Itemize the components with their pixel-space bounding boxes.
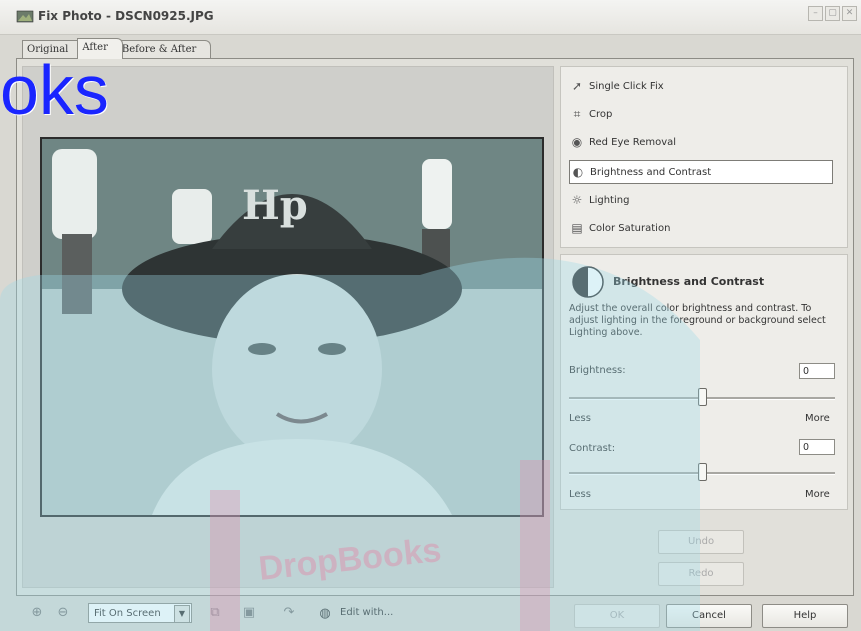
- tool-crop[interactable]: ⌗ Crop: [569, 103, 835, 125]
- brightness-slider-thumb[interactable]: [697, 388, 707, 406]
- crop-icon: ⌗: [573, 106, 581, 121]
- contrast-slider-thumb[interactable]: [697, 463, 707, 481]
- panel-description: Adjust the overall color brightness and …: [569, 303, 826, 338]
- window-title: Fix Photo - DSCN0925.JPG: [38, 9, 214, 23]
- redo-button[interactable]: Redo: [658, 562, 744, 586]
- zoom-in-icon[interactable]: ⊕: [28, 604, 46, 622]
- brightness-contrast-panel: Brightness and Contrast Adjust the overa…: [560, 254, 848, 510]
- tab-before-after[interactable]: Before & After: [116, 40, 212, 59]
- tool-color-saturation[interactable]: ▤ Color Saturation: [569, 217, 835, 239]
- brightness-value-field[interactable]: 0: [799, 363, 835, 379]
- eye-icon: ◉: [571, 135, 583, 149]
- tool-label: Single Click Fix: [589, 80, 664, 92]
- svg-text:Hp: Hp: [242, 182, 308, 229]
- tools-panel: ➚ Single Click Fix ⌗ Crop ◉ Red Eye Remo…: [560, 66, 848, 248]
- photo-image: Hp: [42, 139, 542, 515]
- redo-arrow-icon[interactable]: ↷: [280, 604, 298, 622]
- tool-label: Red Eye Removal: [589, 136, 677, 148]
- tool-label: Lighting: [589, 194, 630, 206]
- minimize-button[interactable]: –: [808, 6, 823, 21]
- zoom-out-icon[interactable]: ⊖: [54, 604, 72, 622]
- contrast-more-label: More: [805, 489, 830, 500]
- color-saturation-icon: ▤: [571, 221, 583, 235]
- cursor-icon: ➚: [571, 79, 583, 93]
- photo-preview: Hp: [40, 137, 544, 517]
- watermark-text: oks: [0, 51, 109, 129]
- zoom-select[interactable]: Fit On Screen ▼: [88, 603, 192, 623]
- bottom-toolbar: ⊕ ⊖ Fit On Screen ▼ ⧉ ▣ ↷ ◍ Edit with...: [22, 602, 582, 626]
- brightness-contrast-icon: [572, 266, 604, 298]
- tool-label: Crop: [589, 108, 613, 120]
- brightness-more-label: More: [805, 413, 830, 424]
- zoom-select-value: Fit On Screen: [94, 608, 161, 619]
- ok-button[interactable]: OK: [574, 604, 660, 628]
- cancel-button[interactable]: Cancel: [666, 604, 752, 628]
- tool-red-eye-removal[interactable]: ◉ Red Eye Removal: [569, 131, 835, 153]
- brightness-icon: ◐: [572, 165, 584, 179]
- edit-with-icon[interactable]: ◍: [316, 605, 334, 623]
- rotate-icon[interactable]: ▣: [240, 604, 258, 622]
- close-button[interactable]: ✕: [842, 6, 857, 21]
- tool-label: Color Saturation: [589, 222, 671, 234]
- sun-icon: ☼: [571, 193, 583, 207]
- chevron-down-icon[interactable]: ▼: [174, 605, 190, 623]
- tool-label: Brightness and Contrast: [590, 166, 712, 178]
- edit-with-button[interactable]: Edit with...: [340, 604, 393, 622]
- title-bar: Fix Photo - DSCN0925.JPG – ▢ ✕: [0, 0, 861, 35]
- fix-photo-app-icon: [16, 10, 34, 23]
- brightness-less-label: Less: [569, 413, 591, 424]
- tool-brightness-contrast[interactable]: ◐ Brightness and Contrast: [569, 160, 833, 184]
- copy-icon[interactable]: ⧉: [206, 604, 224, 622]
- tool-lighting[interactable]: ☼ Lighting: [569, 189, 835, 211]
- contrast-value-field[interactable]: 0: [799, 439, 835, 455]
- contrast-less-label: Less: [569, 489, 591, 500]
- contrast-label: Contrast:: [569, 443, 616, 454]
- maximize-button[interactable]: ▢: [825, 6, 840, 21]
- undo-button[interactable]: Undo: [658, 530, 744, 554]
- panel-title: Brightness and Contrast: [613, 275, 765, 288]
- brightness-label: Brightness:: [569, 365, 626, 376]
- help-button[interactable]: Help: [762, 604, 848, 628]
- tool-single-click-fix[interactable]: ➚ Single Click Fix: [569, 75, 835, 97]
